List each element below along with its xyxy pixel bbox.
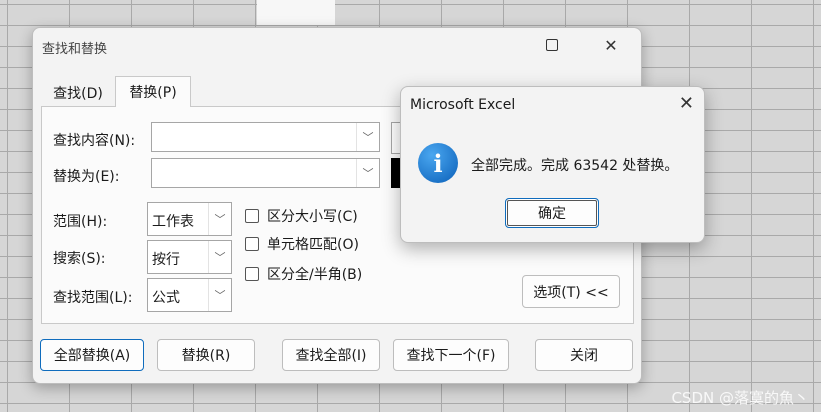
watermark: CSDN @落寞的魚丶: [671, 389, 809, 407]
options-button[interactable]: 选项(T) <<: [522, 275, 620, 308]
match-case-checkbox[interactable]: 区分大小写(C): [245, 206, 358, 226]
find-all-button[interactable]: 查找全部(I): [282, 339, 380, 371]
chevron-down-icon: ﹀: [208, 241, 231, 273]
match-width-checkbox[interactable]: 区分全/半角(B): [245, 264, 362, 284]
checkbox-icon: [245, 267, 259, 281]
within-label: 范围(H):: [53, 214, 108, 230]
tab-find[interactable]: 查找(D): [47, 80, 109, 106]
find-what-label: 查找内容(N):: [53, 133, 136, 149]
replace-with-label: 替换为(E):: [53, 169, 120, 185]
within-value: 工作表: [152, 214, 194, 230]
search-select[interactable]: 按行 ﹀: [147, 240, 232, 274]
checkbox-icon: [245, 209, 259, 223]
search-label: 搜索(S):: [53, 251, 106, 267]
replace-button[interactable]: 替换(R): [157, 339, 255, 371]
dialog-title: 查找和替换: [42, 42, 108, 57]
chevron-down-icon: ﹀: [208, 203, 231, 235]
chevron-down-icon[interactable]: ﹀: [356, 123, 379, 151]
search-value: 按行: [152, 252, 180, 268]
match-case-label: 区分大小写(C): [267, 209, 358, 225]
maximize-button[interactable]: [541, 34, 563, 56]
look-in-label: 查找范围(L):: [53, 290, 133, 306]
replace-all-button[interactable]: 全部替换(A): [40, 339, 144, 371]
find-what-combo[interactable]: ﹀: [151, 122, 380, 152]
message-box-title: Microsoft Excel: [410, 97, 516, 113]
info-icon: i: [418, 143, 458, 183]
find-next-button[interactable]: 查找下一个(F): [393, 339, 509, 371]
close-icon: ✕: [604, 35, 618, 55]
close-window-button[interactable]: ✕: [600, 34, 622, 56]
replace-with-combo[interactable]: ﹀: [151, 158, 380, 188]
look-in-select[interactable]: 公式 ﹀: [147, 278, 232, 312]
match-entire-cell-checkbox[interactable]: 单元格匹配(O): [245, 234, 359, 254]
ok-button[interactable]: 确定: [505, 198, 599, 228]
close-icon[interactable]: ✕: [679, 93, 694, 114]
match-entire-label: 单元格匹配(O): [267, 237, 359, 253]
excel-message-box: Microsoft Excel ✕ i 全部完成。完成 63542 处替换。 确…: [400, 86, 705, 243]
checkbox-icon: [245, 237, 259, 251]
within-select[interactable]: 工作表 ﹀: [147, 202, 232, 236]
match-width-label: 区分全/半角(B): [267, 267, 363, 283]
look-in-value: 公式: [152, 290, 180, 306]
close-button[interactable]: 关闭: [535, 339, 633, 371]
maximize-icon: [546, 39, 558, 51]
tab-replace[interactable]: 替换(P): [115, 76, 191, 107]
chevron-down-icon: ﹀: [208, 279, 231, 311]
selected-cell[interactable]: [257, 0, 335, 26]
message-text: 全部完成。完成 63542 处替换。: [471, 158, 679, 174]
chevron-down-icon[interactable]: ﹀: [356, 159, 379, 187]
